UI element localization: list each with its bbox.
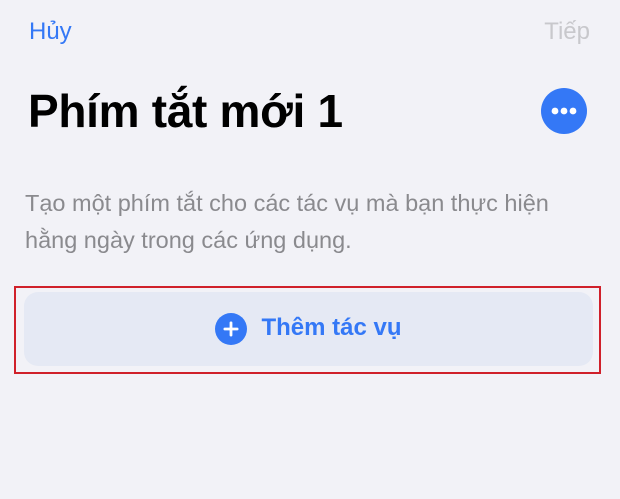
add-action-label: Thêm tác vụ	[261, 314, 402, 341]
ellipsis-icon	[551, 107, 577, 115]
navigation-bar: Hủy Tiếp	[0, 0, 620, 70]
next-button[interactable]: Tiếp	[544, 18, 590, 46]
title-row: Phím tắt mới 1	[0, 84, 620, 154]
add-action-button[interactable]: Thêm tác vụ	[24, 292, 593, 366]
page-title: Phím tắt mới 1	[28, 85, 343, 137]
shortcut-description: Tạo một phím tắt cho các tác vụ mà bạn t…	[25, 190, 549, 253]
more-options-button[interactable]	[541, 88, 587, 134]
plus-circle-icon	[215, 313, 248, 345]
cancel-button[interactable]: Hủy	[29, 18, 72, 46]
